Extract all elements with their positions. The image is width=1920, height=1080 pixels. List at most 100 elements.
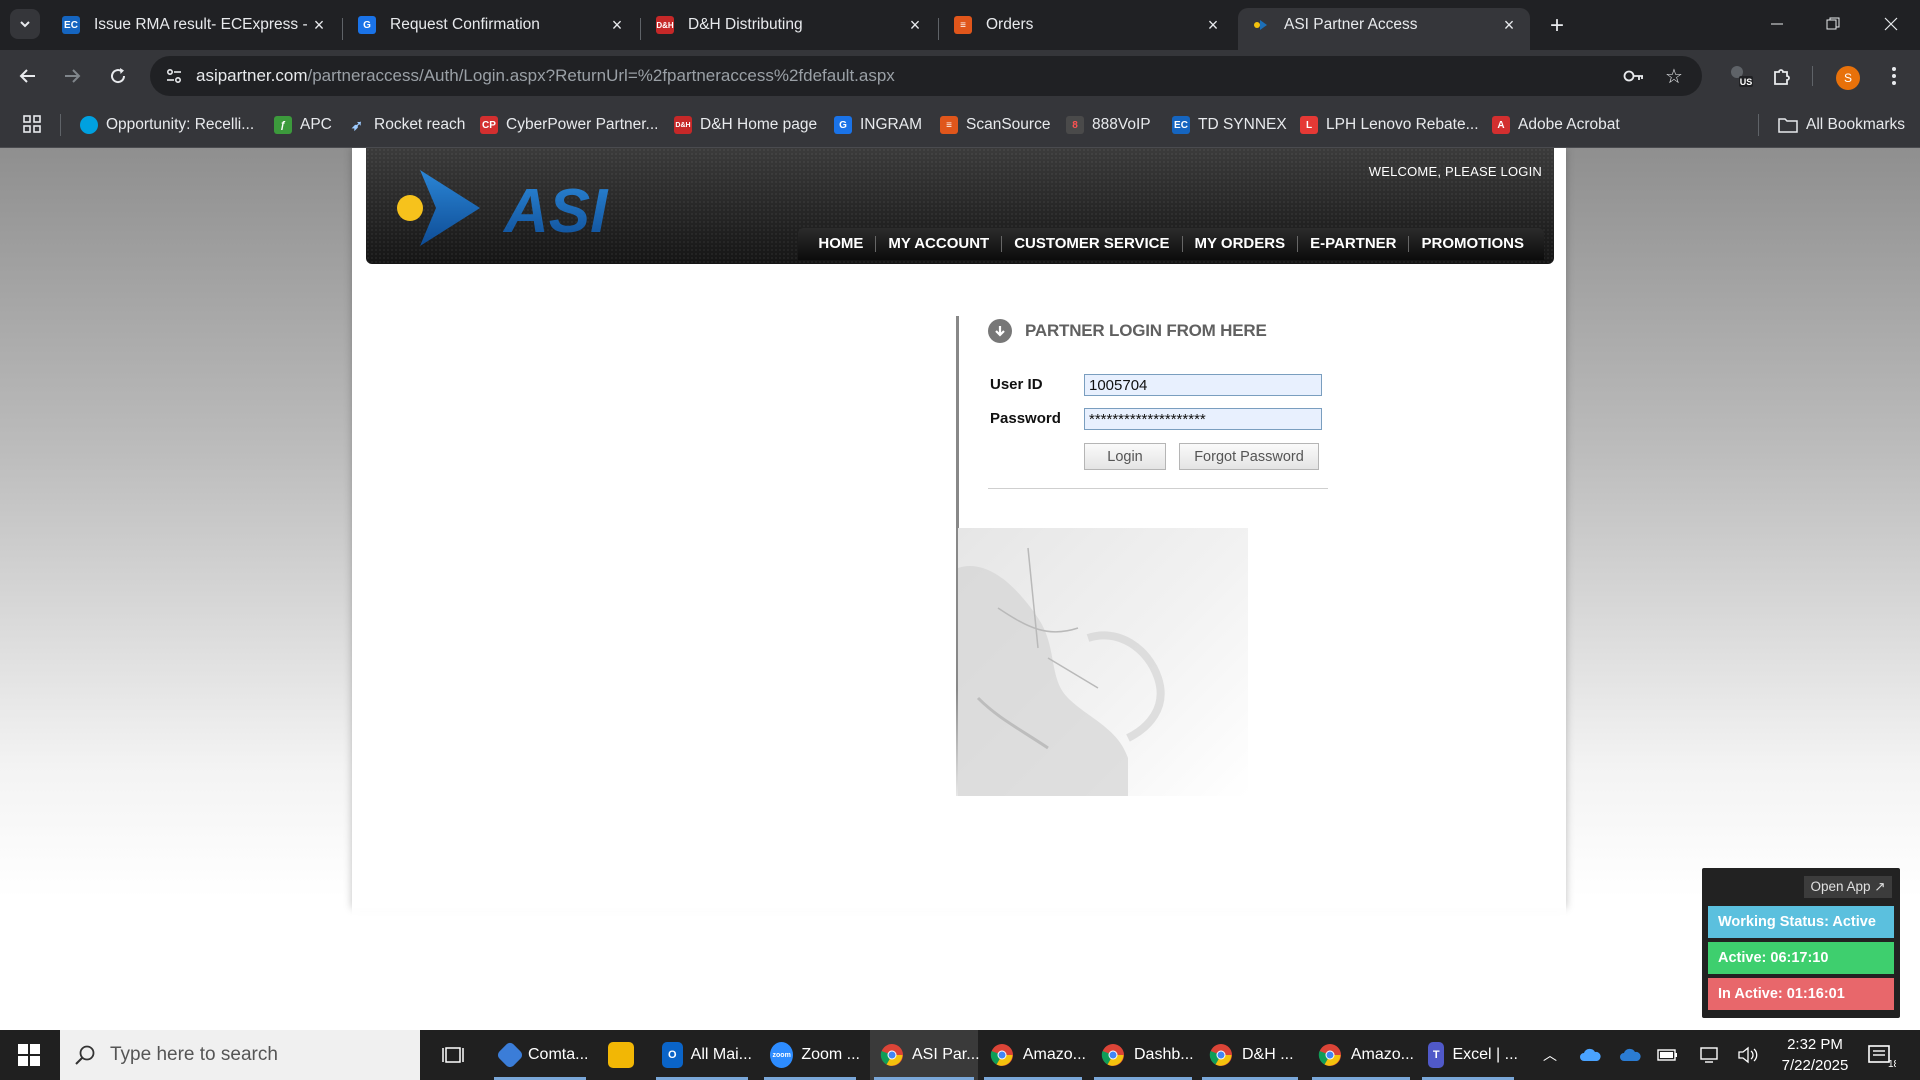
- close-icon[interactable]: ×: [1204, 15, 1222, 35]
- chrome-icon: [1100, 1042, 1126, 1068]
- battery-icon[interactable]: [1656, 1044, 1680, 1066]
- taskbar-app-zoom[interactable]: zoom Zoom ...: [760, 1030, 860, 1080]
- nav-my-orders[interactable]: MY ORDERS: [1183, 228, 1298, 260]
- bookmark-label: ScanSource: [966, 116, 1051, 133]
- onedrive-icon[interactable]: [1578, 1044, 1602, 1066]
- forward-button[interactable]: [56, 60, 88, 92]
- taskbar-app-chrome-dh[interactable]: D&H ...: [1198, 1030, 1302, 1080]
- page-bottom-fade: [352, 908, 1566, 938]
- l-icon: L: [1300, 116, 1318, 134]
- password-key-icon[interactable]: [1622, 64, 1646, 88]
- minimize-button[interactable]: [1748, 0, 1806, 48]
- password-input[interactable]: [1084, 408, 1322, 430]
- chrome-icon: [990, 1042, 1015, 1068]
- taskbar-app-chrome-dashboard[interactable]: Dashb...: [1090, 1030, 1196, 1080]
- arrow-down-circle-icon: [988, 319, 1012, 343]
- notification-center-button[interactable]: 18: [1866, 1040, 1900, 1070]
- taskbar-app-file-explorer[interactable]: [598, 1030, 644, 1080]
- extension-us-icon[interactable]: US: [1726, 62, 1754, 90]
- bookmark-scansource[interactable]: ≡ ScanSource: [940, 114, 1050, 136]
- taskbar-app-outlook[interactable]: O All Mai...: [652, 1030, 752, 1080]
- taskbar-app-teams-excel[interactable]: T Excel | ...: [1418, 1030, 1518, 1080]
- tab-title: Issue RMA result- ECExpress - T: [94, 16, 310, 33]
- tab-title: Orders: [986, 16, 1034, 33]
- g-icon: G: [834, 116, 852, 134]
- zoom-icon: zoom: [770, 1042, 794, 1068]
- voip-icon: 8: [1066, 116, 1084, 134]
- nav-home[interactable]: HOME: [806, 228, 875, 260]
- network-icon[interactable]: [1698, 1044, 1722, 1066]
- comtrade-icon: [495, 1040, 525, 1070]
- bookmark-cyberpower[interactable]: CP CyberPower Partner...: [480, 114, 658, 136]
- tab-divider: [342, 18, 343, 40]
- bookmark-ingram[interactable]: G INGRAM: [834, 114, 922, 136]
- taskbar-app-comtrade[interactable]: Comta...: [490, 1030, 590, 1080]
- close-icon[interactable]: ×: [608, 15, 626, 35]
- inactive-time-badge: In Active: 01:16:01: [1708, 978, 1894, 1010]
- nav-promotions[interactable]: PROMOTIONS: [1409, 228, 1536, 260]
- user-id-input[interactable]: [1084, 374, 1322, 396]
- taskbar-search[interactable]: Type here to search: [60, 1030, 420, 1080]
- profile-avatar[interactable]: S: [1836, 66, 1860, 90]
- tab-ecexpress[interactable]: EC Issue RMA result- ECExpress - T ×: [48, 8, 340, 50]
- url-text[interactable]: asipartner.com/partneraccess/Auth/Login.…: [196, 66, 895, 86]
- all-bookmarks-folder[interactable]: All Bookmarks: [1778, 114, 1905, 136]
- close-icon[interactable]: ×: [1500, 15, 1518, 35]
- bookmark-star-icon[interactable]: ☆: [1662, 64, 1686, 88]
- tab-orders[interactable]: ≡ Orders ×: [940, 8, 1234, 50]
- page-viewport: ASI WELCOME, PLEASE LOGIN HOME MY ACCOUN…: [0, 148, 1920, 1030]
- login-button[interactable]: Login: [1084, 443, 1166, 470]
- tab-asi-partner-access[interactable]: ASI Partner Access ×: [1238, 8, 1530, 50]
- close-icon[interactable]: ×: [310, 15, 328, 35]
- orders-icon: ≡: [954, 16, 972, 34]
- taskbar-app-label: Amazo...: [1350, 1046, 1414, 1063]
- bookmark-label: Opportunity: Recelli...: [106, 116, 255, 133]
- task-view-button[interactable]: [432, 1030, 478, 1080]
- chrome-icon: [1208, 1042, 1234, 1068]
- apps-grid-icon[interactable]: [22, 114, 42, 134]
- bookmark-dh-home[interactable]: D&H D&H Home page: [674, 114, 817, 136]
- onedrive-business-icon[interactable]: [1618, 1044, 1642, 1066]
- taskbar-app-chrome-asi[interactable]: ASI Par...: [870, 1030, 980, 1080]
- close-icon: [1884, 17, 1898, 31]
- start-button[interactable]: [0, 1030, 58, 1080]
- system-clock[interactable]: 2:32 PM 7/22/2025: [1762, 1034, 1868, 1076]
- nav-customer-service[interactable]: CUSTOMER SERVICE: [1002, 228, 1181, 260]
- url-host: asipartner.com: [196, 66, 308, 85]
- tab-request-confirmation[interactable]: G Request Confirmation ×: [344, 8, 638, 50]
- bookmarks-divider: [1758, 114, 1759, 136]
- volume-icon[interactable]: [1736, 1044, 1760, 1066]
- tab-search-button[interactable]: [10, 9, 40, 39]
- bookmark-apc[interactable]: ƒ APC: [274, 114, 332, 136]
- svg-text:ASI: ASI: [502, 177, 609, 246]
- ec-icon: EC: [62, 16, 80, 34]
- address-bar[interactable]: asipartner.com/partneraccess/Auth/Login.…: [150, 56, 1702, 96]
- open-app-button[interactable]: Open App ↗: [1804, 876, 1892, 898]
- forgot-password-button[interactable]: Forgot Password: [1179, 443, 1319, 470]
- site-info-icon[interactable]: [160, 62, 188, 90]
- nav-my-account[interactable]: MY ACCOUNT: [876, 228, 1001, 260]
- taskbar-app-chrome-amazon-2[interactable]: Amazo...: [1308, 1030, 1414, 1080]
- reload-button[interactable]: [102, 60, 134, 92]
- close-icon[interactable]: ×: [906, 15, 924, 35]
- nav-e-partner[interactable]: E-PARTNER: [1298, 228, 1408, 260]
- close-window-button[interactable]: [1862, 0, 1920, 48]
- bookmark-adobe-acrobat[interactable]: A Adobe Acrobat: [1492, 114, 1620, 136]
- back-button[interactable]: [12, 60, 44, 92]
- restore-button[interactable]: [1804, 0, 1862, 48]
- new-tab-button[interactable]: +: [1543, 12, 1571, 40]
- extensions-puzzle-icon[interactable]: [1768, 62, 1796, 90]
- bookmark-td-synnex[interactable]: EC TD SYNNEX: [1172, 114, 1287, 136]
- tab-dh-distributing[interactable]: D&H D&H Distributing ×: [642, 8, 936, 50]
- chevron-up-icon[interactable]: ︿: [1538, 1044, 1562, 1066]
- taskbar-app-label: Zoom ...: [801, 1046, 860, 1063]
- bookmark-rocket-reach[interactable]: ➶ Rocket reach: [348, 114, 465, 136]
- bookmark-opportunity[interactable]: Opportunity: Recelli...: [80, 114, 254, 136]
- apc-icon: ƒ: [274, 116, 292, 134]
- asi-logo[interactable]: ASI: [396, 166, 636, 250]
- taskbar-app-chrome-amazon[interactable]: Amazo...: [980, 1030, 1086, 1080]
- chrome-menu-icon[interactable]: [1880, 62, 1908, 90]
- main-nav: HOME MY ACCOUNT CUSTOMER SERVICE MY ORDE…: [798, 228, 1544, 260]
- bookmark-lph-lenovo[interactable]: L LPH Lenovo Rebate...: [1300, 114, 1479, 136]
- bookmark-888voip[interactable]: 8 888VoIP: [1066, 114, 1151, 136]
